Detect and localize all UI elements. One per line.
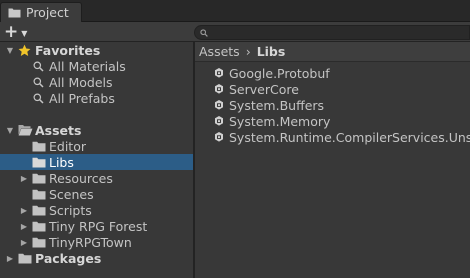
- tree-item-label: Libs: [49, 154, 74, 170]
- tree-item-label: All Materials: [49, 58, 126, 74]
- asset-name: System.Runtime.CompilerServices.Unsafe: [229, 129, 470, 145]
- folder-icon: [32, 221, 46, 232]
- asset-name: ServerCore: [229, 81, 299, 97]
- tree-item-label: Resources: [49, 170, 113, 186]
- folder-tree: ▼ Favorites All Materials All Models All…: [0, 42, 193, 278]
- assembly-icon: [213, 99, 225, 111]
- search-input[interactable]: [211, 26, 451, 39]
- folder-icon: [32, 189, 46, 200]
- tree-item-editor[interactable]: Editor: [0, 138, 193, 154]
- asset-name: Google.Protobuf: [229, 65, 330, 81]
- breadcrumb-libs[interactable]: Libs: [257, 44, 286, 59]
- tree-item-tiny-rpg-forest[interactable]: ▶ Tiny RPG Forest: [0, 218, 193, 234]
- chevron-right-icon: ›: [245, 44, 251, 59]
- chevron-down-icon: ▼: [21, 28, 28, 38]
- folder-icon: [32, 173, 46, 184]
- collapse-arrow-icon[interactable]: ▶: [5, 253, 15, 263]
- tree-item-scripts[interactable]: ▶ Scripts: [0, 202, 193, 218]
- tab-strip: Project: [0, 0, 470, 22]
- tree-item-label: All Prefabs: [49, 90, 115, 106]
- tree-item-assets[interactable]: ▼ Assets: [0, 122, 193, 138]
- collapse-arrow-icon[interactable]: ▶: [19, 221, 29, 231]
- tree-item-all-prefabs[interactable]: All Prefabs: [0, 90, 193, 106]
- tree-item-label: All Models: [49, 74, 113, 90]
- tab-title: Project: [26, 5, 69, 20]
- tab-project[interactable]: Project: [0, 2, 82, 22]
- tree-item-packages[interactable]: ▶ Packages: [0, 250, 193, 266]
- tree-item-label: Packages: [35, 250, 102, 266]
- folder-icon: [8, 7, 21, 18]
- tree-item-label: Favorites: [35, 42, 101, 58]
- expand-arrow-icon[interactable]: ▼: [5, 125, 15, 135]
- folder-open-icon: [18, 124, 33, 136]
- breadcrumb-assets[interactable]: Assets: [199, 44, 240, 59]
- project-window: Project + ▼ ▼ Favorites All Materials Al…: [0, 0, 470, 278]
- star-icon: [18, 44, 31, 57]
- toolbar: + ▼: [0, 22, 470, 42]
- tree-item-label: Assets: [35, 122, 82, 138]
- folder-icon: [32, 237, 46, 248]
- folder-icon: [32, 157, 46, 168]
- list-item[interactable]: System.Buffers: [213, 97, 324, 113]
- folder-icon: [32, 205, 46, 216]
- assembly-icon: [213, 131, 225, 143]
- list-item[interactable]: System.Runtime.CompilerServices.Unsafe: [213, 129, 470, 145]
- search-icon: [33, 93, 44, 104]
- collapse-arrow-icon[interactable]: ▶: [19, 205, 29, 215]
- search-icon: [200, 28, 208, 37]
- tree-item-tinyrpgtown[interactable]: ▶ TinyRPGTown: [0, 234, 193, 250]
- expand-arrow-icon[interactable]: ▼: [5, 45, 15, 55]
- tree-item-all-models[interactable]: All Models: [0, 74, 193, 90]
- create-button-label: +: [4, 21, 19, 42]
- tree-item-label: Tiny RPG Forest: [49, 218, 148, 234]
- collapse-arrow-icon[interactable]: ▶: [19, 237, 29, 247]
- list-item[interactable]: ServerCore: [213, 81, 299, 97]
- collapse-arrow-icon[interactable]: ▶: [19, 173, 29, 183]
- tree-item-resources[interactable]: ▶ Resources: [0, 170, 193, 186]
- folder-icon: [32, 141, 46, 152]
- tree-item-label: Scenes: [49, 186, 94, 202]
- search-icon: [33, 77, 44, 88]
- folder-icon: [18, 253, 32, 264]
- search-icon: [33, 61, 44, 72]
- tree-item-scenes[interactable]: Scenes: [0, 186, 193, 202]
- list-item[interactable]: System.Memory: [213, 113, 330, 129]
- create-button[interactable]: + ▼: [4, 23, 34, 41]
- list-item[interactable]: Google.Protobuf: [213, 65, 330, 81]
- asset-name: System.Buffers: [229, 97, 325, 113]
- assembly-icon: [213, 67, 225, 79]
- tree-item-label: Scripts: [49, 202, 92, 218]
- tree-item-favorites[interactable]: ▼ Favorites: [0, 42, 193, 58]
- assembly-icon: [213, 115, 225, 127]
- assembly-icon: [213, 83, 225, 95]
- tree-item-all-materials[interactable]: All Materials: [0, 58, 193, 74]
- tree-item-label: TinyRPGTown: [49, 234, 132, 250]
- asset-list-panel: Assets › Libs Google.Protobuf ServerCore…: [195, 42, 470, 278]
- tree-item-label: Editor: [49, 138, 86, 154]
- asset-name: System.Memory: [229, 113, 331, 129]
- breadcrumb: Assets › Libs: [195, 42, 470, 62]
- search-field[interactable]: [194, 25, 470, 40]
- tree-item-libs[interactable]: Libs: [0, 154, 193, 170]
